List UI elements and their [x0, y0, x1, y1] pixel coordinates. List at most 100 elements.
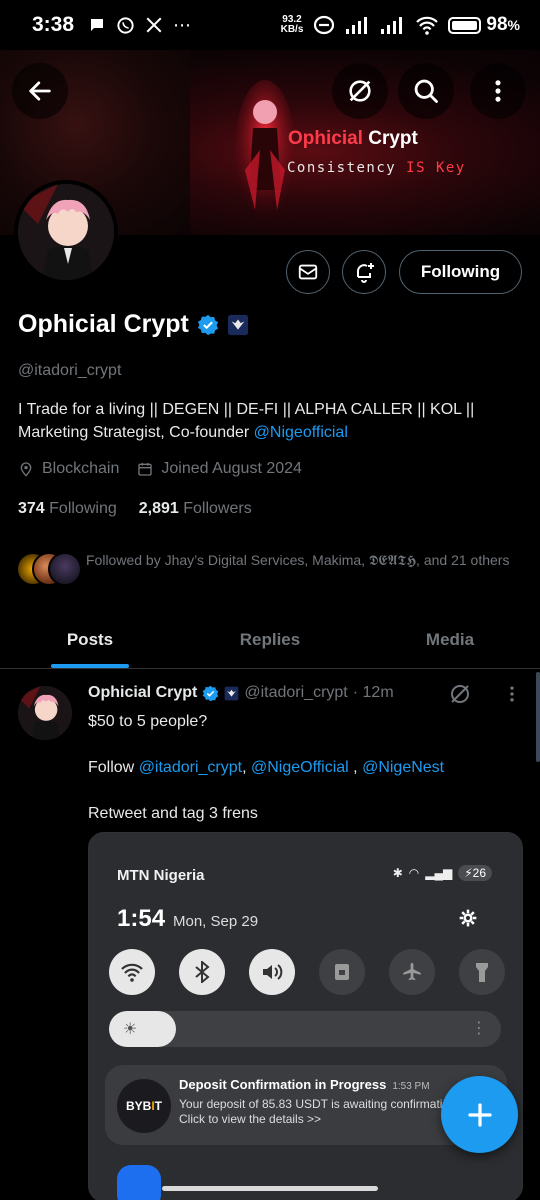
followers-count: 2,891 [138, 500, 179, 517]
media-date: Mon, Sep 29 [173, 913, 259, 930]
post-line-3: Retweet and tag 3 frens [88, 805, 258, 822]
hotspot-link-icon [314, 15, 335, 35]
media-wifi-icon: ◠ [408, 866, 420, 880]
media-flashlight-icon [459, 949, 505, 995]
banner-subtitle-accent: IS Key [406, 160, 466, 176]
compose-post-button[interactable] [441, 1076, 518, 1153]
media-brightness-fill [109, 1011, 176, 1047]
media-carrier: MTN Nigeria [117, 867, 205, 884]
following-button[interactable]: Following [399, 250, 522, 294]
mutual-avatars [16, 550, 82, 588]
notif-title-text: Deposit Confirmation in Progress [179, 1077, 387, 1092]
message-button[interactable] [286, 250, 330, 294]
media-brightness-slider: ☀ ⋮ [109, 1011, 501, 1047]
post-author-name[interactable]: Ophicial Crypt [88, 684, 197, 702]
arrow-left-icon [29, 81, 51, 101]
status-time: 3:38 [32, 13, 75, 36]
media-sun-icon: ☀ [123, 1021, 138, 1038]
profile-bio: I Trade for a living || DEGEN || DE-FI |… [18, 398, 518, 444]
search-button[interactable] [398, 63, 454, 119]
banner-subtitle-prefix: Consistency [287, 160, 407, 176]
bio-line-1: I Trade for a living || DEGEN || DE-FI |… [18, 401, 475, 418]
more-options-button[interactable] [470, 63, 526, 119]
tab-replies[interactable]: Replies [180, 612, 360, 668]
following-count: 374 [18, 500, 45, 517]
post-mention-3[interactable]: @NigeNest [362, 759, 444, 776]
grok-button[interactable] [332, 63, 388, 119]
vertical-dots-icon [495, 80, 501, 102]
tab-posts[interactable]: Posts [0, 612, 180, 668]
profile-tabs: Posts Replies Media [0, 612, 540, 669]
profile-stats: 374 Following 2,891 Followers [18, 500, 252, 518]
post-mention-1[interactable]: @itadori_crypt [139, 759, 242, 776]
back-button[interactable] [12, 63, 68, 119]
profile-name: Ophicial Crypt [18, 310, 189, 338]
plus-icon [467, 1102, 492, 1127]
signal-icon [346, 17, 368, 34]
media-battery-value: 26 [472, 866, 486, 880]
more-notifications-icon: ⋯ [173, 14, 193, 35]
post-sep-1: , [242, 759, 251, 776]
media-time: 1:54 [117, 905, 166, 932]
location-pin-icon [20, 462, 32, 477]
x-logo-icon [146, 17, 162, 33]
post-affiliate-icon [224, 686, 239, 700]
bio-line-2: Marketing Strategist, Co-founder [18, 424, 254, 441]
post-mention-2[interactable]: @NigeOfficial [251, 759, 349, 776]
home-gesture-bar[interactable] [162, 1186, 378, 1191]
post-sep-2: , [348, 759, 363, 776]
bell-plus-icon [357, 263, 374, 283]
media-slider-more-icon: ⋮ [471, 1020, 487, 1037]
tab-media[interactable]: Media [360, 612, 540, 668]
media-bluetooth-toggle-icon [179, 949, 225, 995]
post-avatar-image [18, 686, 72, 740]
battery-indicator: 98% [448, 14, 520, 36]
banner-character-art [235, 80, 295, 220]
media-wifi-toggle-icon [109, 949, 155, 995]
chat-bubble-icon [91, 19, 104, 31]
notif-time: 1:53 PM [392, 1081, 430, 1092]
battery-percent-sign: % [507, 17, 520, 33]
media-rotation-lock-icon [319, 949, 365, 995]
network-speed: 93.2 KB/s [281, 15, 304, 35]
profile-handle: @itadori_crypt [18, 362, 122, 379]
media-notification-title: Deposit Confirmation in Progress 1:53 PM [179, 1077, 430, 1092]
profile-name-row: Ophicial Crypt [18, 310, 249, 339]
bybit-logo-text-3: T [154, 1099, 163, 1113]
media-signal-icon: ▂▄▆ [425, 866, 453, 880]
post-follow-prefix: Follow [88, 759, 139, 776]
followed-by-text: Followed by Jhay’s Digital Services, Mak… [86, 552, 510, 568]
verified-badge-icon[interactable] [197, 314, 219, 336]
media-quick-settings [109, 949, 505, 995]
following-stat[interactable]: 374 Following [18, 500, 117, 518]
notifications-subscribe-button[interactable] [342, 250, 386, 294]
post-verified-icon [203, 685, 219, 701]
bybit-logo-text-1: BYB [125, 1099, 152, 1113]
search-icon [414, 79, 438, 103]
mutual-avatar-3 [48, 552, 82, 586]
media-gear-icon [459, 909, 477, 927]
banner-title-rest: Crypt [362, 128, 418, 149]
media-airplane-icon [389, 949, 435, 995]
post-avatar[interactable] [18, 686, 72, 740]
followers-label: Followers [183, 500, 252, 517]
post-more-icon[interactable] [502, 684, 522, 704]
grok-post-icon[interactable] [448, 682, 472, 706]
media-system-icons: ✱ ◠ ▂▄▆ ⚡26 [393, 865, 492, 881]
media-app-icon-partial [117, 1165, 161, 1200]
post-text: $50 to 5 people? Follow @itadori_crypt, … [88, 710, 518, 848]
banner-title-accent: Ophicial [288, 128, 363, 149]
post-header: Ophicial Crypt @itadori_crypt · 12m [88, 684, 448, 702]
battery-icon [448, 16, 482, 34]
banner-title: Ophicial Crypt [288, 128, 418, 150]
bio-mention-link[interactable]: @Nigeofficial [254, 424, 348, 441]
media-battery: ⚡26 [458, 865, 492, 881]
notification-icons: ⋯ [88, 15, 192, 36]
followers-stat[interactable]: 2,891 Followers [139, 500, 252, 518]
profile-joined-date: Joined August 2024 [161, 460, 302, 477]
followed-by-row[interactable]: Followed by Jhay’s Digital Services, Mak… [16, 550, 526, 588]
media-bluetooth-icon: ✱ [392, 866, 403, 880]
post-timestamp: · 12m [352, 684, 394, 701]
affiliate-badge-icon[interactable] [227, 314, 249, 336]
profile-avatar[interactable] [14, 180, 118, 284]
